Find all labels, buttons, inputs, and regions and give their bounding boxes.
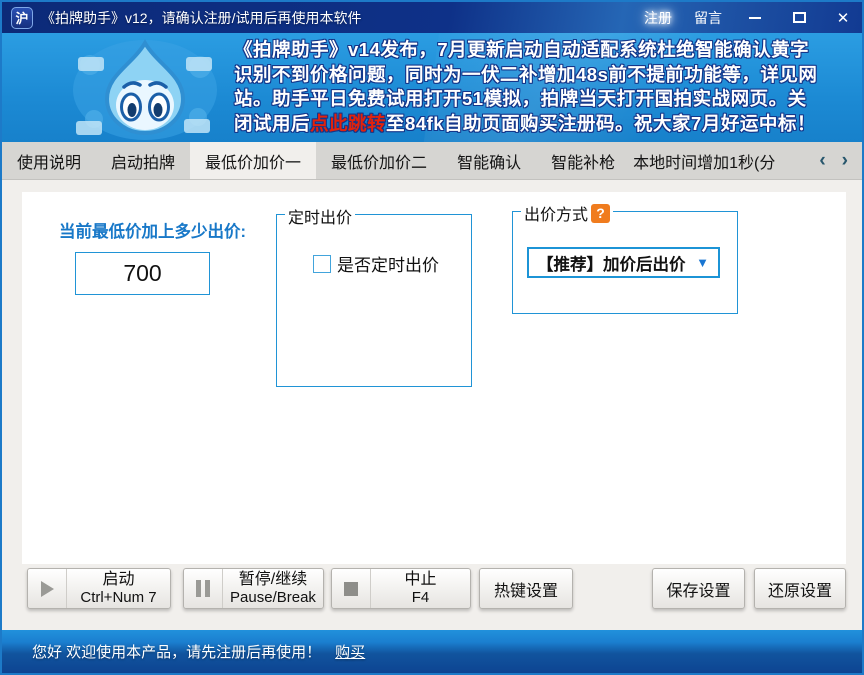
mascot-image (60, 35, 230, 141)
timed-bid-checkbox[interactable] (313, 255, 331, 273)
tab-scroll-right-icon[interactable]: › (838, 150, 852, 172)
minimize-icon (749, 17, 761, 19)
promo-banner: 《拍牌助手》v14发布，7月更新启动自动适配系统杜绝智能确认黄字 识别不到价格问… (2, 33, 862, 142)
tab-usage-help[interactable]: 使用说明 (2, 142, 96, 179)
play-icon (28, 569, 67, 608)
pause-resume-button[interactable]: 暂停/继续 Pause/Break (183, 568, 324, 609)
start-button[interactable]: 启动 Ctrl+Num 7 (27, 568, 171, 609)
close-button[interactable]: ✕ (832, 7, 854, 29)
timed-bid-checkbox-row[interactable]: 是否定时出价 (313, 251, 439, 276)
timed-bid-group: 定时出价 是否定时出价 (276, 214, 472, 387)
jump-link[interactable]: 点此跳转 (310, 113, 386, 134)
message-link[interactable]: 留言 (694, 8, 722, 28)
stop-icon (332, 569, 371, 608)
start-button-hotkey: Ctrl+Num 7 (67, 589, 170, 607)
pause-icon (184, 569, 223, 608)
app-window: 沪 《拍牌助手》v12，请确认注册/试用后再使用本软件 注册 留言 ✕ (0, 0, 864, 675)
tab-lowest-bid-one[interactable]: 最低价加价一 (190, 142, 316, 179)
banner-line-1: 《拍牌助手》v14发布，7月更新启动自动适配系统杜绝智能确认黄字 (234, 38, 860, 63)
bid-method-group-title: 出价方式 ? (521, 201, 613, 225)
minimize-button[interactable] (744, 7, 766, 29)
settings-panel: 当前最低价加上多少出价: 定时出价 是否定时出价 出价方式 ? 【推荐】加价后出… (22, 192, 846, 564)
banner-line-4-post: 至84fk自助页面购买注册码。祝大家7月好运中标！ (386, 113, 816, 134)
tab-scrollers: ‹ › (815, 142, 862, 179)
abort-button[interactable]: 中止 F4 (331, 568, 471, 609)
status-bar: 您好 欢迎使用本产品，请先注册后再使用！ 购买 (2, 630, 862, 673)
status-message: 您好 欢迎使用本产品，请先注册后再使用！ (32, 641, 321, 662)
help-icon[interactable]: ? (591, 204, 610, 223)
titlebar-actions: 注册 留言 ✕ (644, 2, 854, 33)
abort-button-hotkey: F4 (371, 589, 470, 607)
bid-method-group: 出价方式 ? 【推荐】加价后出价 ▼ (512, 211, 738, 314)
banner-line-3: 站。助手平日免费试用打开51模拟，拍牌当天打开国拍实战网页。关 (234, 87, 860, 112)
tab-smart-confirm[interactable]: 智能确认 (442, 142, 536, 179)
register-link[interactable]: 注册 (644, 8, 672, 28)
tab-start-auction[interactable]: 启动拍牌 (96, 142, 190, 179)
app-icon: 沪 (11, 7, 33, 29)
tab-local-time-add[interactable]: 本地时间增加1秒(分 (630, 142, 782, 179)
bid-method-dropdown[interactable]: 【推荐】加价后出价 ▼ (527, 247, 720, 278)
tab-smart-makeup[interactable]: 智能补枪 (536, 142, 630, 179)
banner-line-4: 闭试用后点此跳转至84fk自助页面购买注册码。祝大家7月好运中标！ (234, 112, 860, 137)
abort-button-label: 中止 (371, 571, 470, 589)
save-settings-button[interactable]: 保存设置 (652, 568, 745, 609)
banner-line-4-pre: 闭试用后 (234, 113, 310, 134)
close-icon: ✕ (837, 9, 850, 27)
maximize-button[interactable] (788, 7, 810, 29)
bid-method-dropdown-value: 【推荐】加价后出价 (537, 251, 686, 275)
pause-button-hotkey: Pause/Break (223, 589, 323, 607)
hotkey-settings-button[interactable]: 热键设置 (479, 568, 573, 609)
maximize-icon (793, 12, 806, 23)
bid-increment-input[interactable] (75, 252, 210, 295)
tab-page-content: 当前最低价加上多少出价: 定时出价 是否定时出价 出价方式 ? 【推荐】加价后出… (2, 180, 862, 630)
titlebar: 沪 《拍牌助手》v12，请确认注册/试用后再使用本软件 注册 留言 ✕ (2, 2, 862, 33)
banner-text: 《拍牌助手》v14发布，7月更新启动自动适配系统杜绝智能确认黄字 识别不到价格问… (234, 38, 860, 136)
banner-line-2: 识别不到价格问题，同时为一伏二补增加48s前不提前功能等，详见网 (234, 63, 860, 88)
timed-bid-group-title: 定时出价 (285, 204, 355, 228)
window-title: 《拍牌助手》v12，请确认注册/试用后再使用本软件 (41, 8, 361, 28)
tab-bar: 使用说明 启动拍牌 最低价加价一 最低价加价二 智能确认 智能补枪 本地时间增加… (2, 142, 862, 180)
start-button-label: 启动 (67, 571, 170, 589)
restore-settings-button[interactable]: 还原设置 (754, 568, 846, 609)
buy-link[interactable]: 购买 (335, 641, 365, 662)
tab-lowest-bid-two[interactable]: 最低价加价二 (316, 142, 442, 179)
chevron-down-icon: ▼ (696, 255, 709, 270)
timed-bid-checkbox-label: 是否定时出价 (337, 251, 439, 276)
pause-button-label: 暂停/继续 (223, 571, 323, 589)
bid-increment-label: 当前最低价加上多少出价: (59, 218, 246, 242)
tab-scroll-left-icon[interactable]: ‹ (815, 150, 829, 172)
